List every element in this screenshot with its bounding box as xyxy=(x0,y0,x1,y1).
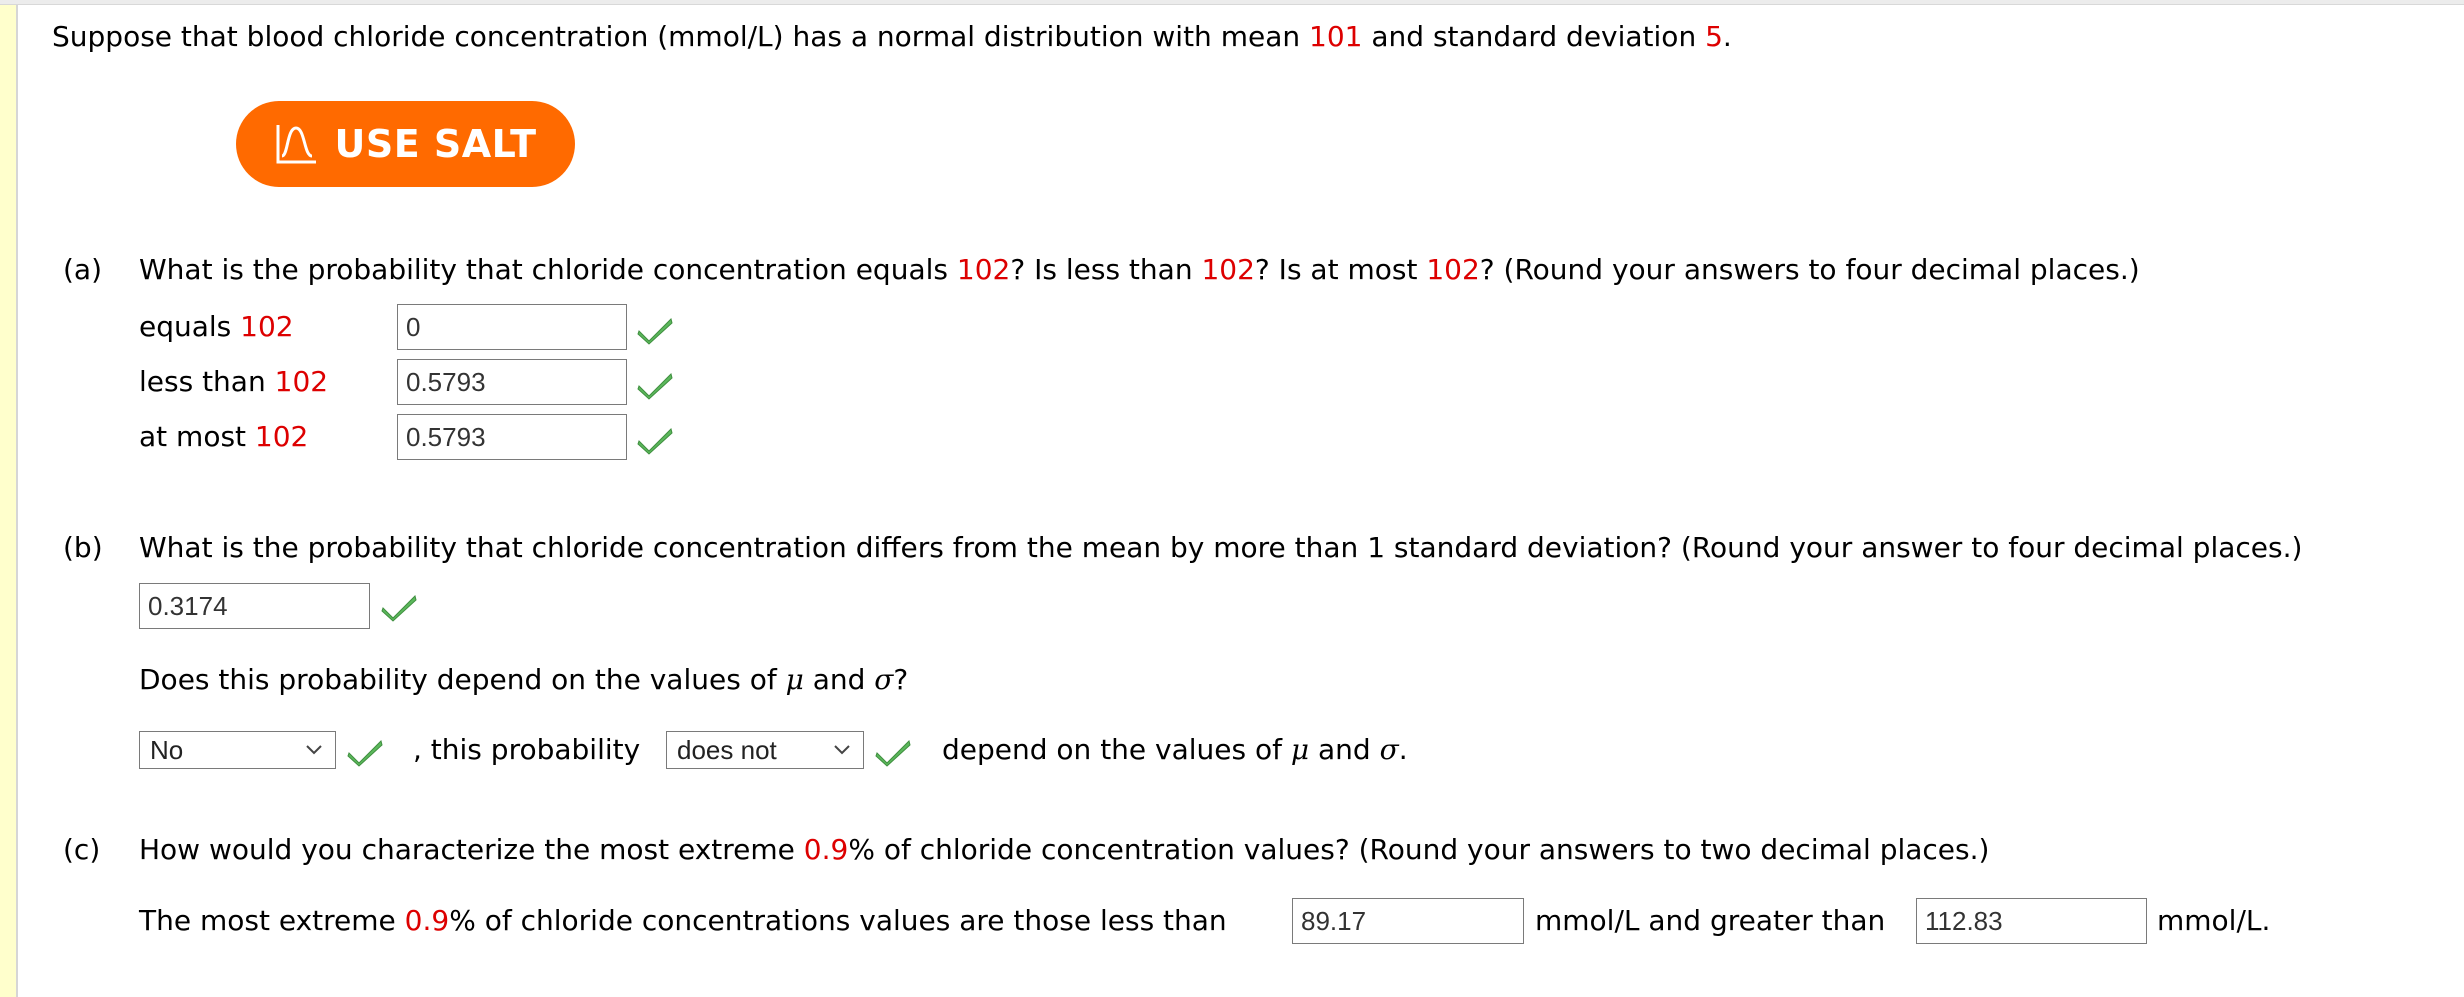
part-a-letter: (a) xyxy=(63,253,103,286)
intro-text: and standard deviation xyxy=(1362,20,1706,53)
part-b-letter: (b) xyxy=(63,531,103,564)
left-margin-stripe xyxy=(0,5,18,997)
unit-end-text: mmol/L. xyxy=(2157,904,2271,937)
sigma-symbol: σ xyxy=(1379,733,1399,766)
answer-text: The most extreme xyxy=(139,904,405,937)
highlight-value: 102 xyxy=(1201,253,1255,286)
conclusion-text: and xyxy=(1309,733,1380,766)
does-select[interactable]: does not xyxy=(666,731,864,769)
highlight-value: 102 xyxy=(1426,253,1480,286)
mu-symbol: μ xyxy=(785,663,804,696)
sd-value: 5 xyxy=(1705,20,1723,53)
correct-check-icon xyxy=(875,740,911,767)
question-text: % of chloride concentration values? (Rou… xyxy=(848,833,1990,866)
question-text: How would you characterize the most extr… xyxy=(139,833,804,866)
chevron-down-icon xyxy=(833,732,851,768)
correct-check-icon xyxy=(637,428,673,455)
correct-check-icon xyxy=(637,373,673,400)
row-label-less-than: less than 102 xyxy=(139,365,328,399)
problem-intro: Suppose that blood chloride concentratio… xyxy=(52,20,1732,54)
at-most-answer-input[interactable]: 0.5793 xyxy=(397,414,627,460)
equals-answer-input[interactable]: 0 xyxy=(397,304,627,350)
question-text: What is the probability that chloride co… xyxy=(139,253,957,286)
dependence-conclusion: depend on the values of μ and σ. xyxy=(942,733,1408,767)
dependence-question: Does this probability depend on the valu… xyxy=(139,663,908,697)
part-a-question: What is the probability that chloride co… xyxy=(139,253,2140,287)
row-label-at-most: at most 102 xyxy=(139,420,308,454)
conclusion-text: . xyxy=(1398,733,1408,766)
upper-bound-input[interactable]: 112.83 xyxy=(1916,898,2147,944)
question-text: Does this probability depend on the valu… xyxy=(139,663,786,696)
part-c-letter: (c) xyxy=(63,833,101,866)
label-text: equals xyxy=(139,310,241,343)
select-value: does not xyxy=(677,735,777,765)
label-text: less than xyxy=(139,365,275,398)
use-salt-button[interactable]: USE SALT xyxy=(236,101,575,187)
answer-text: % of chloride concentrations values are … xyxy=(449,904,1227,937)
question-text: ? Is less than xyxy=(1010,253,1202,286)
correct-check-icon xyxy=(347,740,383,767)
conclusion-text: depend on the values of xyxy=(942,733,1291,766)
part-b-question: What is the probability that chloride co… xyxy=(139,531,2303,564)
question-text: ? Is at most xyxy=(1254,253,1427,286)
depends-select[interactable]: No xyxy=(139,731,336,769)
highlight-value: 102 xyxy=(274,365,329,398)
question-text: and xyxy=(803,663,875,696)
highlight-value: 102 xyxy=(956,253,1011,286)
question-text: ? xyxy=(893,663,909,696)
part-c-answer-text: The most extreme 0.9% of chloride concen… xyxy=(139,904,1227,938)
correct-check-icon xyxy=(637,318,673,345)
intro-text: . xyxy=(1722,20,1732,53)
chevron-down-icon xyxy=(305,732,323,768)
highlight-value: 0.9 xyxy=(404,904,450,937)
sigma-symbol: σ xyxy=(874,663,894,696)
top-border xyxy=(0,0,2464,5)
correct-check-icon xyxy=(381,595,417,622)
highlight-value: 102 xyxy=(240,310,294,343)
highlight-value: 0.9 xyxy=(803,833,849,866)
intro-text: Suppose that blood chloride concentratio… xyxy=(52,20,1310,53)
label-text: at most xyxy=(139,420,255,453)
question-text: ? (Round your answers to four decimal pl… xyxy=(1479,253,2140,286)
select-value: No xyxy=(150,735,184,765)
part-c-question: How would you characterize the most extr… xyxy=(139,833,1989,867)
part-b-answer-input[interactable]: 0.3174 xyxy=(139,583,370,629)
highlight-value: 102 xyxy=(254,420,309,453)
less-than-answer-input[interactable]: 0.5793 xyxy=(397,359,627,405)
row-label-equals: equals 102 xyxy=(139,310,294,344)
use-salt-label: USE SALT xyxy=(334,122,537,166)
lower-bound-input[interactable]: 89.17 xyxy=(1292,898,1524,944)
unit-mid-text: mmol/L and greater than xyxy=(1535,904,1886,937)
mid-text: , this probability xyxy=(413,733,641,766)
bell-curve-icon xyxy=(276,125,317,164)
mu-symbol: μ xyxy=(1290,733,1310,766)
mean-value: 101 xyxy=(1309,20,1363,53)
